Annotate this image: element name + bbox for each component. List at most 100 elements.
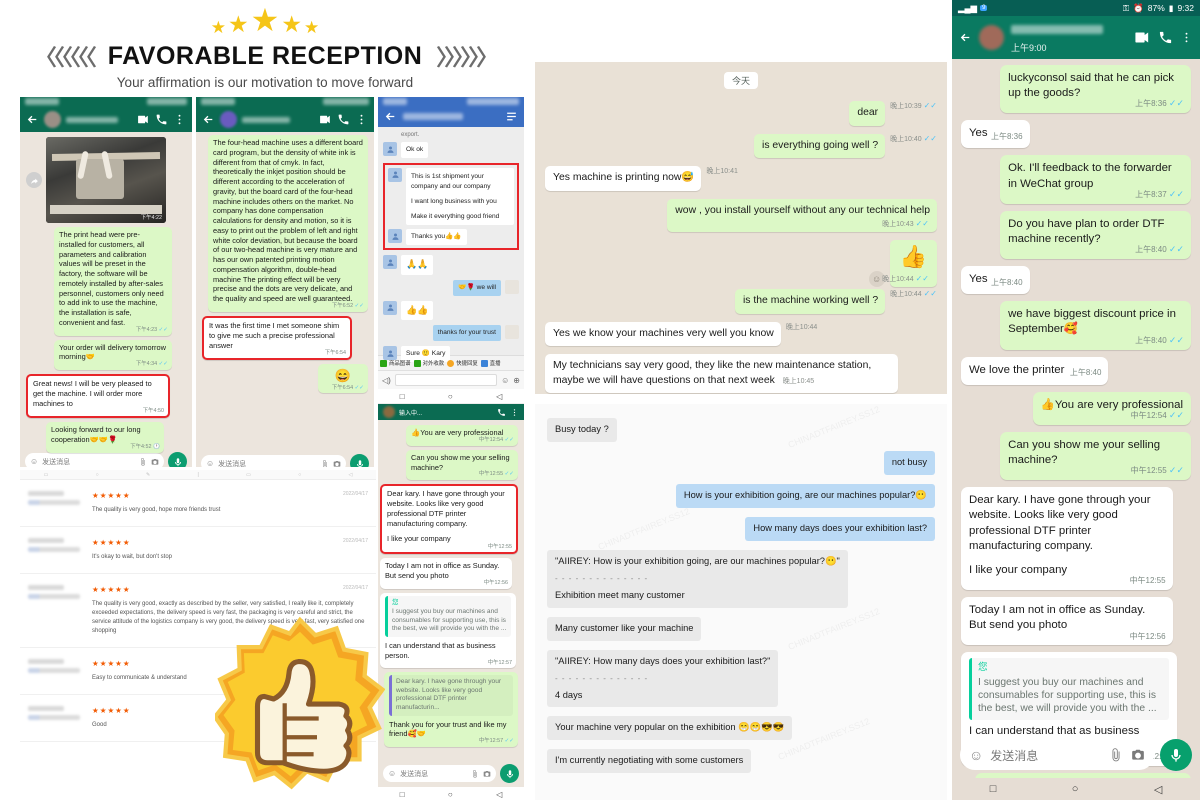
wechat-message-row[interactable]: 🤝🌹 we will	[383, 279, 519, 296]
message-row[interactable]: Yes we know your machines very well you …	[535, 321, 947, 347]
phone-call-icon[interactable]	[1158, 30, 1173, 45]
message-row[interactable]: 👍You are very professional 中午12:54 ✓✓	[952, 391, 1200, 425]
home-nav-icon[interactable]: ○	[1072, 783, 1079, 795]
message-row[interactable]: not busy	[535, 450, 947, 475]
message-row[interactable]: Yes 上午8:36	[952, 120, 1200, 149]
bubble-text-group[interactable]: This is 1st shipment your company and ou…	[406, 167, 514, 226]
camera-icon[interactable]	[333, 460, 341, 468]
chat-bubble[interactable]: The print head were pre-installed for cu…	[54, 227, 172, 336]
bubble-text[interactable]: thanks for your trust	[432, 325, 501, 342]
quoted-message[interactable]: 您 I suggest you buy our machines and con…	[385, 595, 511, 637]
message-input[interactable]: ☺ 发送消息	[201, 455, 346, 467]
bubble-text[interactable]: 🤝🌹 we will	[453, 279, 501, 296]
chat-bubble[interactable]: 👍You are very professional 中午12:54 ✓✓	[406, 425, 518, 446]
message-row[interactable]: Can you show me your selling machine? 中午…	[952, 431, 1200, 481]
chat-bubble[interactable]: 👍You are very professional 中午12:54 ✓✓	[1032, 391, 1191, 425]
back-icon[interactable]	[26, 113, 39, 126]
chat-bubble[interactable]: 😄 下午6:54 ✓✓	[318, 364, 368, 394]
emoji-icon[interactable]: ☺	[388, 769, 396, 778]
nav-icon-6[interactable]: ○	[298, 472, 301, 478]
bubble-text[interactable]: not busy	[883, 450, 935, 475]
toolbar-item-live[interactable]: 直播	[480, 359, 501, 367]
review-item[interactable]: ★★★★★ It's okay to wait, but don't stop …	[20, 527, 376, 574]
bubble-quoted[interactable]: "AIIREY: How is your exhibition going, a…	[547, 549, 848, 608]
voice-record-button[interactable]	[168, 452, 187, 467]
message-row[interactable]: we have biggest discount price in Septem…	[952, 301, 1200, 350]
message-row[interactable]: Do you have plan to order DTF machine re…	[952, 210, 1200, 260]
chat-bubble[interactable]: Do you have plan to order DTF machine re…	[1000, 210, 1191, 260]
bubble-text[interactable]: Your machine very popular on the exhibit…	[547, 716, 793, 741]
avatar[interactable]	[383, 300, 397, 315]
wechat-composer[interactable]: ◁) ☺ ⊕	[378, 370, 524, 389]
bubble-text[interactable]: Yes machine is printing now😅	[545, 166, 702, 191]
wechat-message-input[interactable]	[394, 374, 498, 386]
avatar[interactable]	[383, 142, 397, 156]
bubble-text[interactable]: 🙏🙏	[401, 255, 434, 275]
overflow-menu-icon[interactable]	[510, 408, 519, 417]
video-call-icon[interactable]	[319, 113, 332, 126]
sticker-bubble[interactable]: 👍 晚上10:44 ✓✓	[882, 240, 937, 288]
nav-icon-3[interactable]: ✎	[146, 472, 150, 478]
nav-icon-2[interactable]: ○	[96, 472, 99, 478]
wechat-message-group-highlighted[interactable]: This is 1st shipment your company and ou…	[383, 162, 519, 251]
message-image[interactable]: 下午4:22	[46, 137, 166, 223]
back-icon[interactable]	[202, 113, 215, 126]
toolbar-item-goods[interactable]: 商品图谱	[380, 359, 411, 367]
recents-nav-icon[interactable]: □	[400, 392, 405, 401]
overflow-menu-icon[interactable]	[355, 113, 368, 126]
avatar[interactable]	[505, 279, 519, 294]
chat-bubble[interactable]: Yes 上午8:36	[961, 120, 1030, 149]
message-row[interactable]: Ok. I'll feedback to the forwarder in We…	[952, 155, 1200, 204]
camera-icon[interactable]	[483, 770, 491, 778]
home-nav-icon[interactable]: ○	[448, 790, 453, 799]
avatar[interactable]	[383, 406, 395, 418]
voice-record-button[interactable]	[500, 764, 519, 783]
chat-bubble[interactable]: The four-head machine uses a different b…	[208, 135, 368, 313]
forward-icon[interactable]	[26, 172, 42, 188]
message-row-sticker[interactable]: ☺ 👍 晚上10:44 ✓✓	[535, 240, 947, 288]
attach-icon[interactable]	[321, 459, 329, 468]
emoji-icon[interactable]: ☺	[206, 459, 214, 467]
back-icon[interactable]	[959, 31, 972, 44]
nav-icon-4[interactable]: |	[198, 472, 199, 478]
nav-icon-5[interactable]: ▭	[246, 472, 251, 478]
camera-icon[interactable]	[1131, 748, 1145, 762]
panel2-composer[interactable]: ☺ 发送消息	[196, 450, 374, 467]
video-call-icon[interactable]	[137, 113, 150, 126]
wechat-message-row[interactable]: 🙏🙏	[383, 255, 519, 275]
message-input[interactable]: ☺ 发送消息	[383, 765, 496, 782]
back-icon[interactable]	[384, 110, 397, 123]
chat-bubble-highlighted[interactable]: Dear kary. I have gone through your webs…	[380, 484, 518, 555]
avatar[interactable]	[383, 255, 397, 270]
quoted-message[interactable]: Dear kary. I have gone through your webs…	[389, 675, 513, 716]
overflow-menu-icon[interactable]	[1180, 31, 1193, 44]
toolbar-item-quickreply[interactable]: 快捷回复	[447, 359, 478, 367]
message-row[interactable]: Today I am not in office as Sunday. But …	[952, 596, 1200, 646]
chat-bubble-highlighted[interactable]: It was the first time I met someone shim…	[202, 316, 352, 361]
chat-bubble[interactable]: luckyconsol said that he can pick up the…	[1000, 65, 1191, 114]
message-row[interactable]: Your machine very popular on the exhibit…	[535, 716, 947, 741]
phone-call-icon[interactable]	[155, 113, 168, 126]
message-row[interactable]: luckyconsol said that he can pick up the…	[952, 65, 1200, 114]
message-row[interactable]: Yes 上午8:40	[952, 266, 1200, 295]
chat-bubble[interactable]: we have biggest discount price in Septem…	[1000, 301, 1191, 350]
right-composer[interactable]: ☺ 发送消息	[952, 734, 1200, 776]
message-input[interactable]: ☺ 发送消息	[960, 740, 1154, 770]
chat-bubble[interactable]: Your order will delivery tomorrow mornin…	[54, 339, 172, 371]
bubble-quoted[interactable]: "AIIREY: How many days does your exhibit…	[547, 649, 779, 708]
message-row[interactable]: dear 晚上10:39 ✓✓	[535, 101, 947, 126]
voice-record-button[interactable]	[1160, 739, 1192, 771]
attach-icon[interactable]	[471, 769, 479, 778]
message-row[interactable]: is the machine working well ? 晚上10:44 ✓✓	[535, 289, 947, 314]
recents-nav-icon[interactable]: □	[990, 783, 997, 795]
bubble-text[interactable]: I'm currently negotiating with some cust…	[547, 749, 752, 774]
message-row-quoted[interactable]: "AIIREY: How many days does your exhibit…	[535, 649, 947, 708]
bubble-text[interactable]: Busy today ?	[547, 418, 617, 442]
chat-bubble[interactable]: 您 I suggest you buy our machines and con…	[380, 592, 516, 669]
wechat-message-row[interactable]: 👍👍	[383, 300, 519, 321]
avatar[interactable]	[388, 229, 402, 244]
chat-bubble[interactable]: Today I am not in office as Sunday. But …	[380, 558, 512, 589]
emoji-icon[interactable]: ☺	[30, 457, 38, 466]
wechat-message-row[interactable]: thanks for your trust	[383, 325, 519, 342]
chat-bubble-highlighted[interactable]: Great news! I will be very pleased to ge…	[26, 374, 170, 419]
